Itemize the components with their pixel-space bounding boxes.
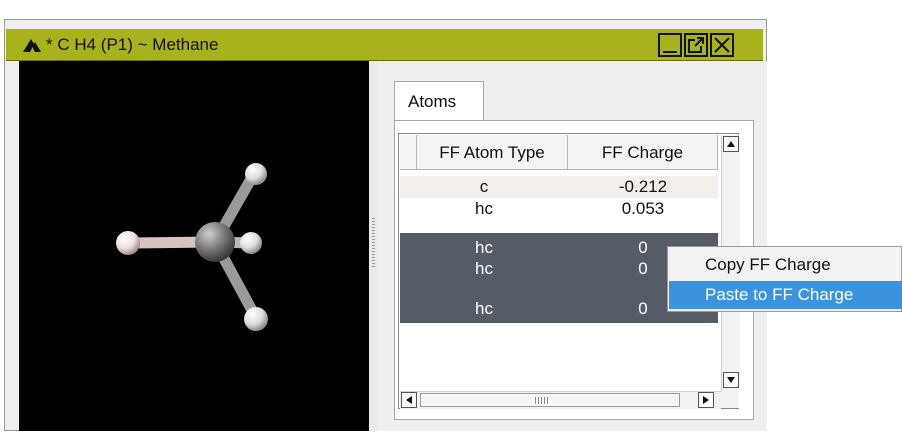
thumb-grip-icon <box>535 397 549 404</box>
horizontal-scroll-thumb[interactable] <box>420 393 680 407</box>
close-icon <box>714 37 730 53</box>
scroll-down-button[interactable] <box>723 372 739 388</box>
arrow-up-icon <box>727 141 735 147</box>
column-header-ff-atom-type[interactable]: FF Atom Type <box>417 135 568 170</box>
tab-atoms[interactable]: Atoms <box>394 81 484 121</box>
scrollbar-corner <box>721 391 739 408</box>
atom-type-cell[interactable]: hc <box>400 259 568 279</box>
scroll-right-button[interactable] <box>698 392 714 408</box>
scroll-left-button[interactable] <box>401 392 417 408</box>
scroll-up-button[interactable] <box>723 136 739 152</box>
popout-icon <box>688 37 704 53</box>
column-header-ff-charge[interactable]: FF Charge <box>568 135 718 170</box>
close-button[interactable] <box>710 33 734 57</box>
context-menu: Copy FF Charge Paste to FF Charge <box>667 246 902 312</box>
arrow-right-icon <box>703 396 709 404</box>
charge-cell[interactable]: -0.212 <box>568 177 718 197</box>
table-row[interactable]: hc 0.053 <box>400 198 718 220</box>
arrow-left-icon <box>406 396 412 404</box>
title-bar[interactable]: * C H4 (P1) ~ Methane <box>6 29 763 61</box>
window-title: * C H4 (P1) ~ Methane <box>46 35 219 54</box>
minimize-button[interactable] <box>658 33 682 57</box>
pane-splitter[interactable] <box>369 61 378 431</box>
row-header-corner <box>400 135 417 170</box>
charge-cell[interactable]: 0.053 <box>568 199 718 219</box>
atom-type-cell[interactable]: c <box>400 177 568 197</box>
popout-button[interactable] <box>684 33 708 57</box>
app-logo-icon <box>22 36 42 54</box>
table-row[interactable]: c -0.212 <box>400 176 718 198</box>
arrow-down-icon <box>727 377 735 383</box>
minimize-icon <box>663 51 677 53</box>
horizontal-scrollbar[interactable] <box>400 391 721 409</box>
methane-molecule-model <box>116 163 268 331</box>
tab-atoms-label: Atoms <box>408 92 457 111</box>
splitter-grip-icon <box>372 218 375 268</box>
atom-type-cell[interactable]: hc <box>400 299 568 319</box>
atom-type-cell[interactable]: hc <box>400 199 568 219</box>
menu-item-copy-ff-charge[interactable]: Copy FF Charge <box>669 251 902 279</box>
atom-type-cell[interactable]: hc <box>400 238 568 258</box>
menu-item-paste-to-ff-charge[interactable]: Paste to FF Charge <box>669 281 902 309</box>
molecule-3d-viewer[interactable] <box>19 61 369 431</box>
